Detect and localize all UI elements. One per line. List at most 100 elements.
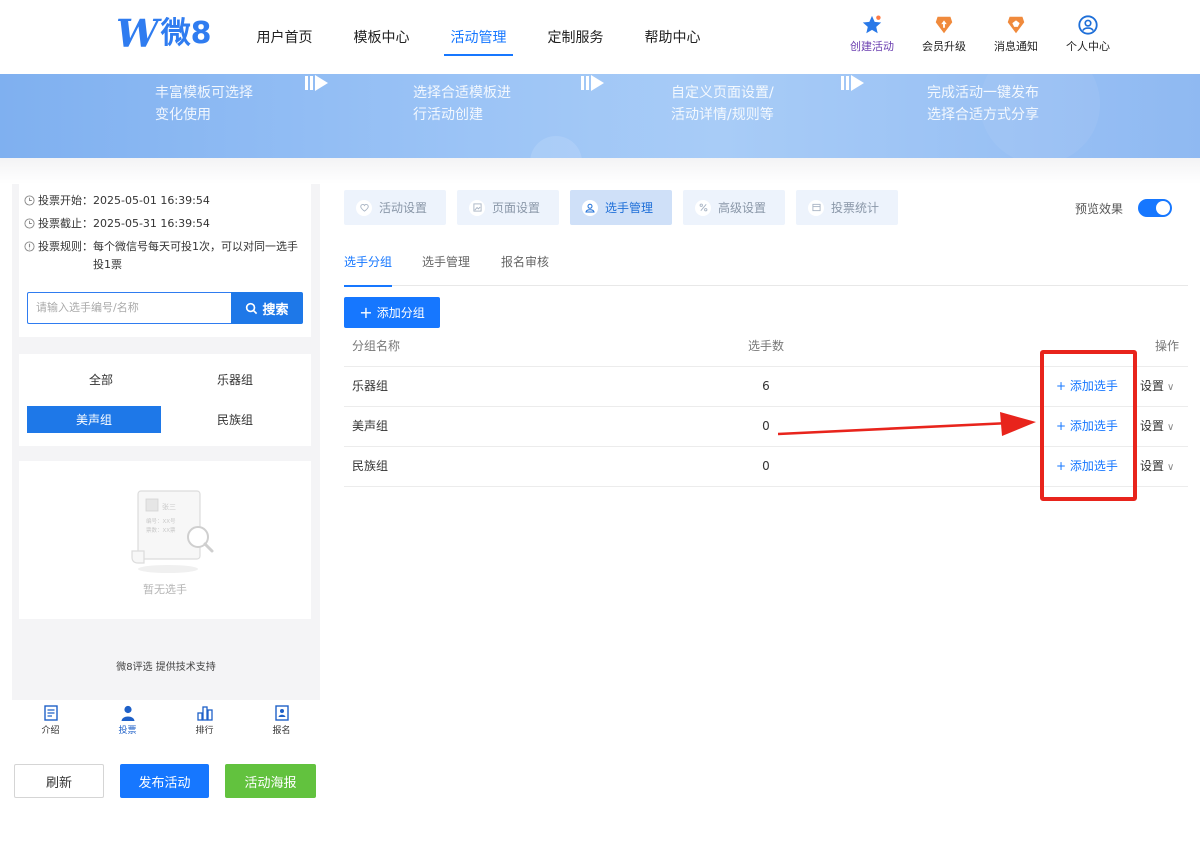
player-search-input[interactable]: 请输入选手编号/名称 [27, 292, 232, 324]
member-upgrade-label: 会员升级 [922, 40, 966, 53]
image-icon [469, 199, 485, 216]
group-filter-ethnic[interactable]: 民族组 [168, 406, 302, 433]
empty-card-code: 编号：XX号 [146, 517, 176, 525]
tab-activity-settings[interactable]: 活动设置 [344, 190, 446, 225]
tech-support-text: 微8评选 提供技术支持 [116, 662, 216, 673]
search-button-label: 搜索 [262, 302, 289, 318]
vote-end-row: 投票截止：2025-05-31 16:39:54 [24, 215, 210, 233]
group-filter-all[interactable]: 全部 [34, 366, 168, 393]
tab-advanced-settings[interactable]: 高级设置 [683, 190, 785, 225]
info-icon [24, 241, 35, 252]
group-settings-dropdown[interactable]: 设置 ∨ [1140, 407, 1174, 447]
nav-home[interactable]: 用户首页 [236, 0, 333, 74]
plus-icon: + [359, 302, 373, 322]
main-nav: 用户首页 模板中心 活动管理 定制服务 帮助中心 [236, 0, 721, 74]
create-activity-button[interactable]: 创建活动 [836, 14, 908, 54]
search-button[interactable]: 搜索 [231, 292, 303, 324]
group-filter-instrument[interactable]: 乐器组 [168, 366, 302, 393]
nav-help-center[interactable]: 帮助中心 [624, 0, 721, 74]
group-filter-card: 全部 乐器组 美声组 民族组 [19, 354, 311, 446]
group-settings-dropdown[interactable]: 设置 ∨ [1140, 447, 1174, 487]
search-icon [246, 302, 258, 314]
logo-mark: W [116, 11, 159, 56]
header-tools: 创建活动 会员升级 消息通知 个人中心 [836, 14, 1124, 54]
tabbar-vote-label: 投票 [118, 726, 137, 736]
chevron-down-icon: ∨ [1167, 462, 1175, 473]
header-group-name: 分组名称 [352, 339, 401, 353]
tab-player-management[interactable]: 选手管理 [570, 190, 672, 225]
upgrade-icon [935, 16, 953, 34]
create-activity-label: 创建活动 [850, 40, 894, 53]
empty-players-card: 张三 编号：XX号 票数：XX票 暂无选手 [19, 461, 311, 619]
vote-rule-row: 投票规则：每个微信号每天可投1次，可以对同一选手 投1票 [24, 238, 298, 274]
notification-button[interactable]: 消息通知 [980, 14, 1052, 54]
group-name: 民族组 [352, 459, 389, 473]
group-settings-dropdown[interactable]: 设置 ∨ [1140, 367, 1174, 407]
member-upgrade-button[interactable]: 会员升级 [908, 14, 980, 54]
preview-tabbar: 介绍 投票 排行 报名 [12, 700, 320, 740]
step-arrow-icon [841, 75, 864, 91]
tabbar-intro-label: 介绍 [41, 726, 60, 736]
header-operations: 操作 [1154, 339, 1179, 353]
activity-poster-button[interactable]: 活动海报 [225, 764, 316, 798]
vote-info-card: 投票开始：2025-05-01 16:39:54 投票截止：2025-05-31… [19, 184, 311, 337]
subtab-player-management[interactable]: 选手管理 [422, 253, 470, 286]
banner-decoration [530, 136, 582, 158]
vote-start-row: 投票开始：2025-05-01 16:39:54 [24, 192, 210, 210]
subtab-signup-review[interactable]: 报名审核 [501, 253, 549, 286]
personal-center-label: 个人中心 [1066, 40, 1110, 53]
preview-effect-toggle[interactable] [1138, 199, 1172, 217]
header-player-count: 选手数 [747, 339, 784, 353]
logo[interactable]: W 微8 [116, 14, 212, 54]
vote-end-text: 投票截止：2025-05-31 16:39:54 [38, 217, 210, 230]
player-count: 6 [762, 379, 770, 393]
empty-card-name: 张三 [162, 502, 176, 511]
group-filter-bel-canto[interactable]: 美声组 [27, 406, 161, 433]
publish-activity-button[interactable]: 发布活动 [120, 764, 209, 798]
tabbar-ranking-label: 排行 [195, 726, 214, 736]
nav-templates[interactable]: 模板中心 [333, 0, 430, 74]
user-icon [1078, 15, 1098, 35]
ranking-icon [196, 706, 213, 721]
vote-start-text: 投票开始：2025-05-01 16:39:54 [38, 194, 210, 207]
banner-step-1: 丰富模板可选择 变化使用 [155, 85, 253, 123]
add-group-label: 添加分组 [376, 306, 425, 320]
document-icon [43, 705, 58, 721]
clock-icon [24, 195, 35, 206]
step-arrow-icon [581, 75, 604, 91]
tab-page-settings[interactable]: 页面设置 [457, 190, 559, 225]
nav-custom-service[interactable]: 定制服务 [527, 0, 624, 74]
function-tabs: 活动设置 页面设置 选手管理 高级设置 投票统计 [344, 190, 909, 225]
add-group-button[interactable]: + 添加分组 [344, 297, 440, 328]
personal-center-button[interactable]: 个人中心 [1052, 14, 1124, 54]
clock-icon [24, 218, 35, 229]
tabbar-vote[interactable]: 投票 [89, 700, 166, 740]
tab-vote-statistics[interactable]: 投票统计 [796, 190, 898, 225]
phone-preview: 投票开始：2025-05-01 16:39:54 投票截止：2025-05-31… [12, 184, 320, 700]
chevron-down-icon: ∨ [1167, 382, 1175, 393]
tabbar-signup[interactable]: 报名 [243, 700, 320, 740]
nav-activity-management[interactable]: 活动管理 [430, 0, 527, 74]
tabbar-intro[interactable]: 介绍 [12, 700, 89, 740]
star-icon [862, 15, 882, 34]
annotation-arrow-icon [778, 412, 1036, 436]
step-arrow-icon [305, 75, 328, 91]
refresh-button[interactable]: 刷新 [14, 764, 104, 798]
notification-label: 消息通知 [994, 40, 1038, 53]
group-name: 美声组 [352, 419, 389, 433]
heart-icon [356, 199, 372, 216]
banner-step-4: 完成活动一键发布 选择合适方式分享 [927, 85, 1039, 123]
tabbar-ranking[interactable]: 排行 [166, 700, 243, 740]
empty-state-illustration: 张三 编号：XX号 票数：XX票 [131, 490, 214, 573]
top-navigation: W 微8 用户首页 模板中心 活动管理 定制服务 帮助中心 创建活动 会员升级 [0, 0, 1200, 74]
empty-card-votes: 票数：XX票 [146, 526, 176, 534]
banner-shadow [0, 158, 1200, 184]
annotation-highlight-box [1040, 350, 1137, 501]
player-sub-tabs: 选手分组 选手管理 报名审核 [344, 253, 1188, 287]
chevron-down-icon: ∨ [1167, 422, 1175, 433]
vote-rule-line-2: 投1票 [93, 258, 122, 271]
percent-icon [695, 199, 711, 216]
tabbar-signup-label: 报名 [272, 726, 291, 736]
banner-step-2: 选择合适模板进 行活动创建 [413, 85, 511, 123]
subtab-player-groups[interactable]: 选手分组 [344, 253, 393, 287]
